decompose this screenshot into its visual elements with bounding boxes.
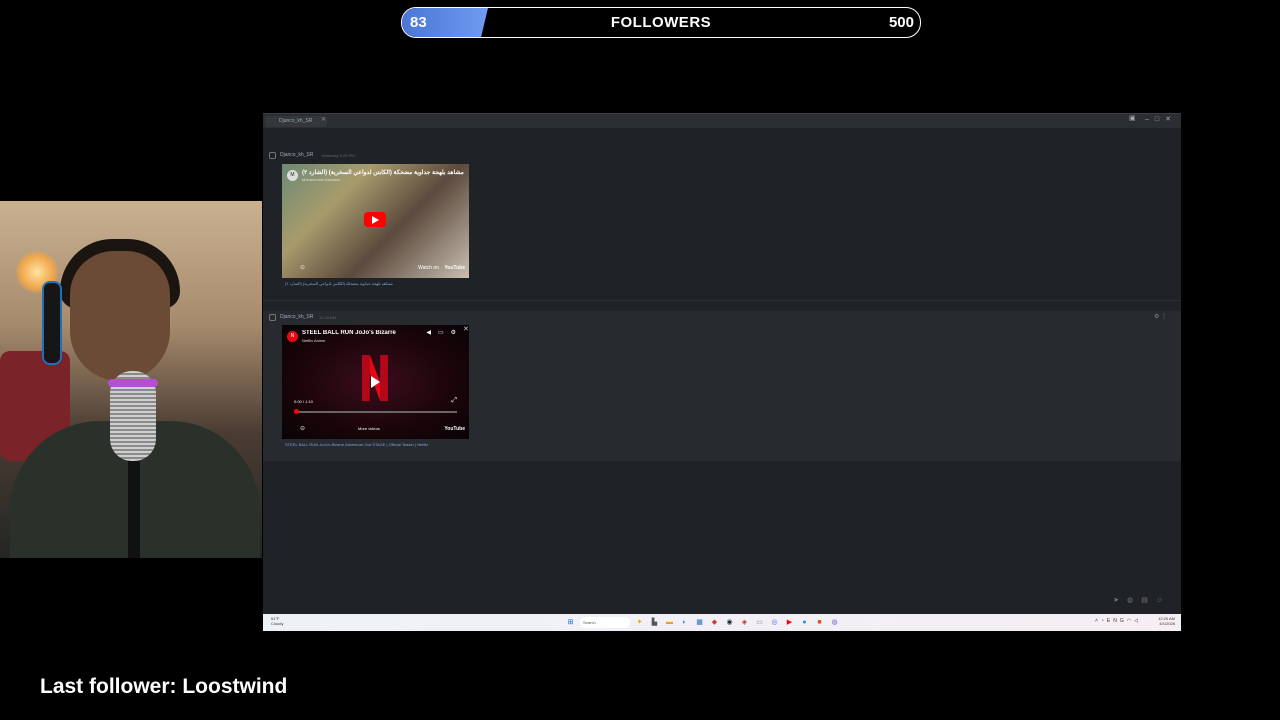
message-list: Djanco_kh_SR Yesterday 5:26 PM M مشاهد ب… [263, 140, 1181, 588]
video-time: 0:00 / 1:10 [294, 399, 313, 404]
volume-icon[interactable]: ◀ [426, 330, 438, 336]
inbox-icon[interactable]: ▣ [1129, 114, 1136, 122]
message-author[interactable]: Djanco_kh_SR [280, 152, 313, 158]
message-composer[interactable]: ➤◍▤☺ [263, 589, 1181, 613]
embed-channel: Netflix Anime [302, 338, 326, 343]
embed-caption[interactable]: STEEL BALL RUN JoJo's Bizarre Adventure … [285, 442, 475, 448]
clock[interactable]: 12:20 AM 4/1/2026 [1158, 616, 1175, 626]
youtube-logo[interactable]: YouTube [444, 265, 465, 271]
browser-icon[interactable]: ● [799, 617, 810, 628]
date-divider [263, 300, 1181, 301]
maximize-icon[interactable]: □ [1155, 116, 1165, 123]
channel-avatar: N [287, 331, 298, 342]
message-item: Djanco_kh_SR Yesterday 5:26 PM M مشاهد ب… [263, 150, 1181, 290]
fullscreen-icon[interactable]: ⤢ [451, 397, 457, 405]
youtube-logo[interactable]: YouTube [444, 426, 465, 432]
discord-icon[interactable]: ◎ [769, 617, 780, 628]
mic-arm [128, 461, 140, 558]
channel-avatar: M [287, 170, 298, 181]
store-icon[interactable]: ▦ [694, 617, 705, 628]
emoji-icon[interactable]: ☺ [1156, 597, 1171, 604]
avatar[interactable] [269, 314, 276, 321]
tab-chat[interactable]: Djanco_kh_SR [265, 116, 327, 127]
tab-label: Djanco_kh_SR [279, 118, 313, 124]
clock-date: 4/1/2026 [1159, 621, 1175, 626]
message-options-icon[interactable]: ⚙ ⋮ [1154, 313, 1167, 320]
goal-label: FOLLOWERS [610, 14, 712, 31]
composer-tools: ➤◍▤☺ [1113, 596, 1171, 604]
avatar[interactable] [269, 152, 276, 159]
headset [42, 281, 62, 365]
message-author[interactable]: Djanco_kh_SR [280, 314, 313, 320]
window-titlebar: Djanco_kh_SR ✕ ▣ –□✕ [263, 114, 1181, 128]
notepad-icon[interactable]: ▭ [754, 617, 765, 628]
settings-icon[interactable]: ⚙ [451, 330, 463, 336]
edge-icon[interactable]: ◐ [679, 617, 690, 628]
sticker-icon[interactable]: ▤ [1141, 597, 1156, 604]
captions-icon[interactable]: ▭ [438, 330, 451, 336]
player-controls: ◀▭⚙ [426, 329, 463, 336]
link-icon[interactable]: ⊖ [300, 264, 305, 271]
captured-chat-window: Djanco_kh_SR ✕ ▣ –□✕ Djanco_kh_SR Yester… [263, 113, 1181, 631]
youtube-embed[interactable]: N STEEL BALL RUN JoJo's Bizarre Netflix … [282, 325, 469, 439]
tab-close-icon[interactable]: ✕ [321, 116, 326, 123]
file-explorer-icon[interactable]: ▬ [664, 617, 675, 628]
embed-title: مشاهد بلهجة جداوية مضحكة (الكابتن لدواعي… [302, 170, 464, 176]
weather-widget[interactable]: 51°F Cloudy [271, 616, 283, 626]
youtube-icon[interactable]: ▶ [784, 617, 795, 628]
youtube-embed[interactable]: M مشاهد بلهجة جداوية مضحكة (الكابتن لدوا… [282, 164, 469, 278]
embed-caption[interactable]: مشاهد بلهجة جداوية مضحكة (الكابتن لدواعي… [285, 281, 475, 287]
embed-channel: Mohammad Alashawi [302, 177, 341, 182]
taskbar-apps: ⊞ Search ✦ ▙ ▬ ◐ ▦ ◆ ◉ ◈ ▭ ◎ ▶ ● ■ ◍ [565, 617, 840, 628]
system-tray: ˄◔ENG◠◁ [1095, 618, 1141, 624]
volume-icon[interactable]: ◁ [1134, 618, 1141, 624]
twitch-icon[interactable]: ◍ [829, 617, 840, 628]
weather-desc: Cloudy [271, 621, 284, 626]
watch-on-label: Watch on [418, 265, 439, 271]
app-icon-2[interactable]: ■ [814, 617, 825, 628]
brave-icon[interactable]: ◆ [709, 617, 720, 628]
microphone-ring [108, 379, 158, 387]
message-time: 12:20 AM [319, 315, 336, 320]
play-icon[interactable] [371, 376, 380, 388]
webcam-feed [0, 201, 262, 558]
gift-icon[interactable]: ◍ [1127, 597, 1141, 604]
window-controls: –□✕ [1145, 115, 1177, 123]
play-icon[interactable] [364, 212, 386, 227]
link-icon[interactable]: ⊖ [300, 425, 305, 432]
video-progress-bar[interactable] [294, 409, 457, 414]
embed-title: STEEL BALL RUN JoJo's Bizarre [302, 330, 396, 336]
close-embed-icon[interactable]: ✕ [463, 325, 469, 333]
widgets-icon[interactable]: ✦ [634, 617, 645, 628]
send-icon[interactable]: ➤ [1113, 597, 1127, 604]
close-icon[interactable]: ✕ [1165, 116, 1177, 123]
start-icon[interactable]: ⊞ [565, 617, 576, 628]
follower-goal-bar: 83 FOLLOWERS 500 [401, 7, 921, 38]
last-follower-label: Last follower: Loostwind [40, 675, 288, 698]
task-view-icon[interactable]: ▙ [649, 617, 660, 628]
language-indicator[interactable]: ENG [1107, 618, 1127, 624]
search-input[interactable]: Search [580, 617, 630, 628]
steam-icon[interactable]: ◉ [724, 617, 735, 628]
streamer-face [70, 251, 170, 381]
progress-scrubber[interactable] [294, 409, 299, 414]
more-videos-button[interactable]: More videos [358, 426, 380, 431]
goal-target-count: 500 [888, 14, 914, 31]
windows-taskbar: 51°F Cloudy ⊞ Search ✦ ▙ ▬ ◐ ▦ ◆ ◉ ◈ ▭ ◎… [263, 614, 1181, 631]
message-time: Yesterday 5:26 PM [321, 153, 355, 158]
message-item: Djanco_kh_SR 12:20 AM ⚙ ⋮ N STEEL BALL R… [263, 311, 1181, 461]
app-icon[interactable]: ◈ [739, 617, 750, 628]
minimize-icon[interactable]: – [1145, 116, 1155, 123]
